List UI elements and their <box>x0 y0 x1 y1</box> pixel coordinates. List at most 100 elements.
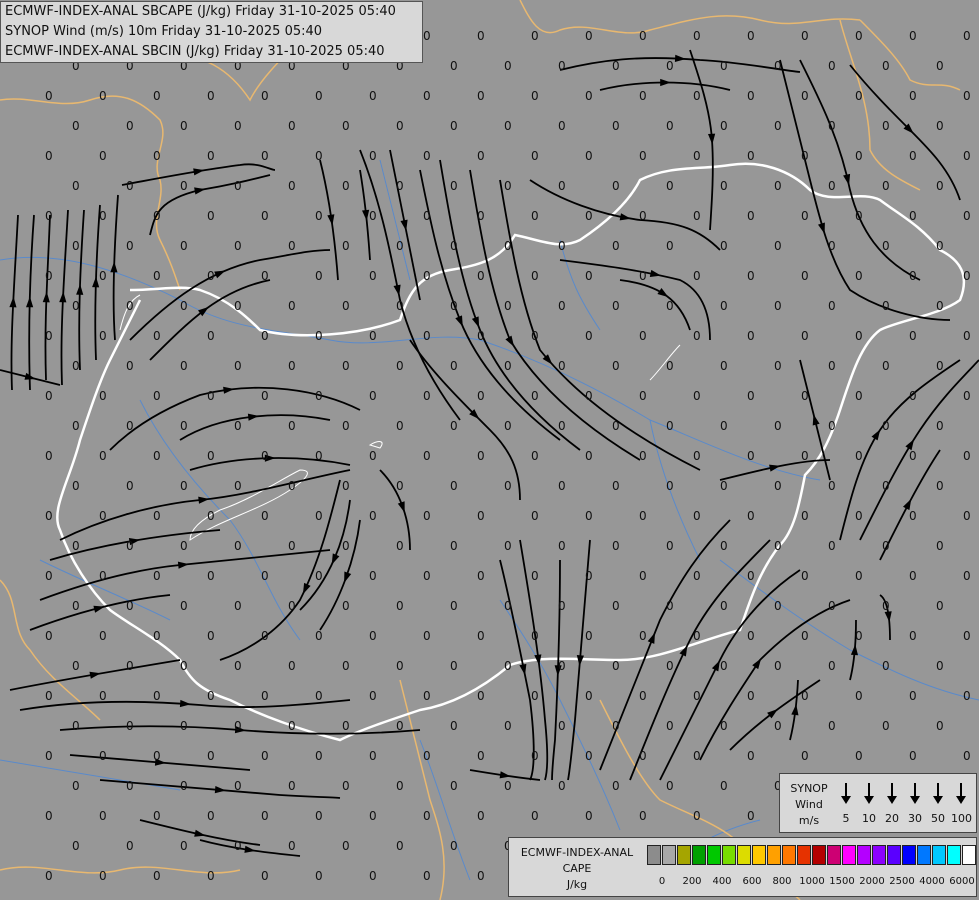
value-label: 0 <box>558 539 566 553</box>
value-label: 0 <box>855 269 863 283</box>
value-label: 0 <box>612 119 620 133</box>
value-label: 0 <box>72 239 80 253</box>
value-label: 0 <box>369 749 377 763</box>
value-label: 0 <box>99 569 107 583</box>
cape-legend: ECMWF-INDEX-ANAL CAPE J/kg 0 200 400 600 800… <box>508 837 977 897</box>
value-label: 0 <box>153 869 161 883</box>
value-label: 0 <box>450 539 458 553</box>
cape-legend-swatch <box>662 845 676 865</box>
value-label: 0 <box>450 839 458 853</box>
value-label: 0 <box>747 389 755 403</box>
value-label: 0 <box>99 689 107 703</box>
value-label: 0 <box>666 479 674 493</box>
value-label: 0 <box>558 419 566 433</box>
value-label: 0 <box>288 359 296 373</box>
cape-legend-tick: 800 <box>772 876 792 887</box>
cape-legend-swatch <box>722 845 736 865</box>
value-label: 0 <box>531 569 539 583</box>
value-label: 0 <box>801 149 809 163</box>
value-label: 0 <box>315 329 323 343</box>
value-label: 0 <box>153 389 161 403</box>
value-label: 0 <box>315 449 323 463</box>
forecast-map[interactable]: 0 0 0 0 0 0 0 0 0 0 0 0 0 0 0 0 0 0 0 0 0 0 0 0 0 0 0 0 0 0 0 0 0 0 0 0 0 0 0 0… <box>0 0 979 900</box>
value-label: 0 <box>342 119 350 133</box>
value-label: 0 <box>396 659 404 673</box>
value-label: 0 <box>531 269 539 283</box>
value-label: 0 <box>828 59 836 73</box>
value-label: 0 <box>126 479 134 493</box>
cape-legend-tick: 1000 <box>799 876 825 887</box>
cape-legend-swatch <box>842 845 856 865</box>
value-label: 0 <box>126 659 134 673</box>
value-label: 0 <box>369 809 377 823</box>
value-label: 0 <box>396 239 404 253</box>
value-label: 0 <box>396 419 404 433</box>
value-label: 0 <box>99 269 107 283</box>
value-label: 0 <box>828 659 836 673</box>
value-label: 0 <box>612 419 620 433</box>
value-label: 0 <box>153 149 161 163</box>
value-label: 0 <box>423 809 431 823</box>
value-label: 0 <box>855 89 863 103</box>
value-label: 0 <box>315 689 323 703</box>
value-label: 0 <box>450 59 458 73</box>
value-label: 0 <box>342 539 350 553</box>
value-label: 0 <box>612 359 620 373</box>
value-label: 0 <box>639 689 647 703</box>
value-label: 0 <box>693 569 701 583</box>
value-label: 0 <box>693 269 701 283</box>
value-label: 0 <box>477 29 485 43</box>
value-label: 0 <box>612 59 620 73</box>
cape-legend-tick: 2000 <box>859 876 885 887</box>
value-label: 0 <box>450 599 458 613</box>
value-label: 0 <box>396 599 404 613</box>
cape-legend-tick: 4000 <box>919 876 945 887</box>
value-label: 0 <box>234 359 242 373</box>
value-label: 0 <box>720 359 728 373</box>
wind-legend-arrowhead <box>910 796 920 804</box>
value-label: 0 <box>423 689 431 703</box>
value-label: 0 <box>45 449 53 463</box>
value-label: 0 <box>585 329 593 343</box>
cape-legend-title1: ECMWF-INDEX-ANAL <box>520 846 634 859</box>
value-label: 0 <box>747 329 755 343</box>
value-label: 0 <box>99 209 107 223</box>
value-label: 0 <box>342 839 350 853</box>
value-label: 0 <box>342 479 350 493</box>
value-label: 0 <box>45 809 53 823</box>
value-label: 0 <box>180 479 188 493</box>
value-label: 0 <box>639 749 647 763</box>
value-label: 0 <box>180 539 188 553</box>
value-label: 0 <box>531 809 539 823</box>
cape-legend-swatch <box>902 845 916 865</box>
value-label: 0 <box>774 419 782 433</box>
value-label: 0 <box>234 839 242 853</box>
value-label: 0 <box>828 479 836 493</box>
value-label: 0 <box>720 179 728 193</box>
value-label: 0 <box>396 119 404 133</box>
value-label: 0 <box>855 509 863 523</box>
value-label: 0 <box>693 209 701 223</box>
value-label: 0 <box>693 689 701 703</box>
value-label: 0 <box>288 419 296 433</box>
value-label: 0 <box>693 149 701 163</box>
wind-legend-arrowhead <box>887 796 897 804</box>
value-label: 0 <box>639 509 647 523</box>
value-label: 0 <box>207 689 215 703</box>
value-label: 0 <box>963 449 971 463</box>
value-label: 0 <box>801 269 809 283</box>
value-label: 0 <box>477 149 485 163</box>
value-label: 0 <box>585 29 593 43</box>
value-label: 0 <box>477 209 485 223</box>
value-label: 0 <box>855 389 863 403</box>
value-label: 0 <box>423 509 431 523</box>
value-label: 0 <box>612 539 620 553</box>
value-label: 0 <box>693 749 701 763</box>
cape-legend-swatch <box>707 845 721 865</box>
value-label: 0 <box>504 179 512 193</box>
value-label: 0 <box>585 689 593 703</box>
value-label: 0 <box>855 629 863 643</box>
value-label: 0 <box>423 209 431 223</box>
value-label: 0 <box>774 599 782 613</box>
wind-legend-speed: 20 <box>885 812 899 825</box>
